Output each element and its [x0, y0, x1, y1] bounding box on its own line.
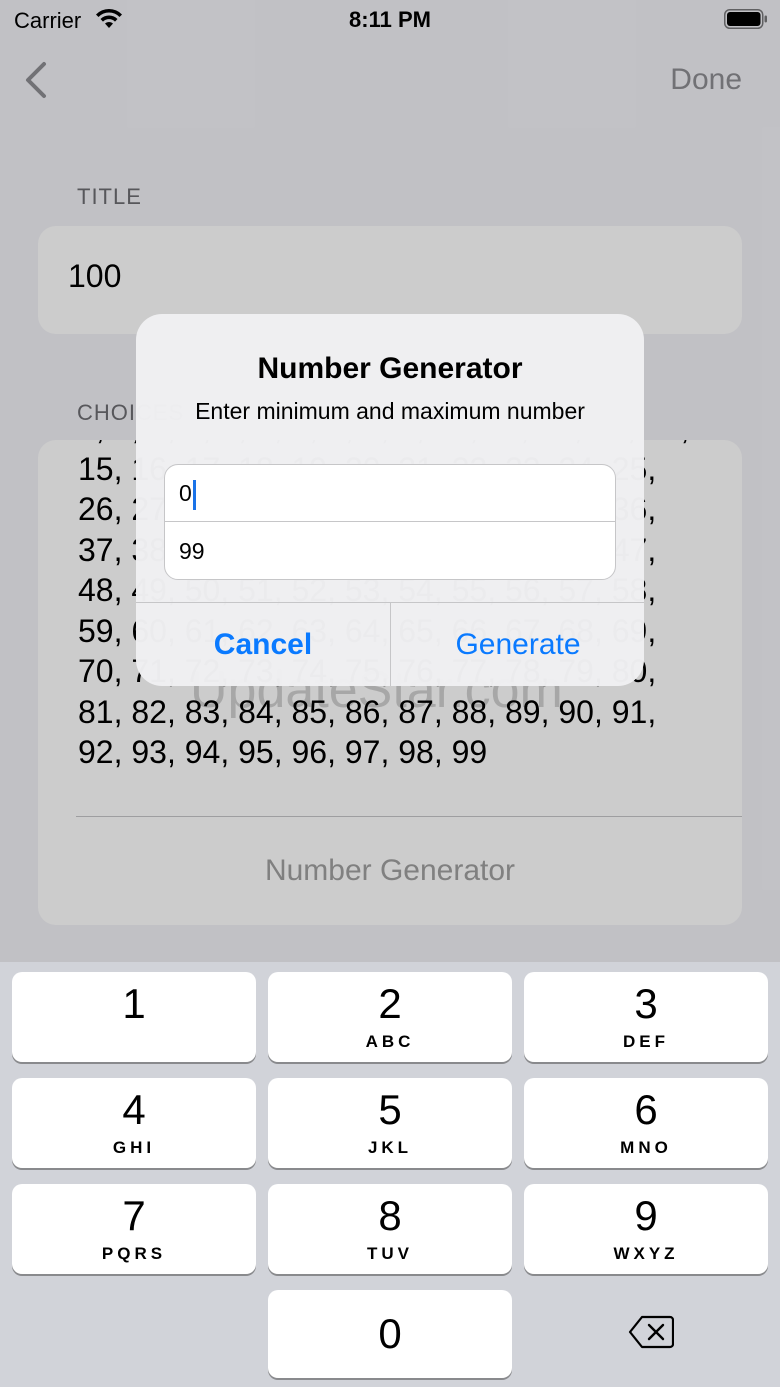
key-letters: JKL: [367, 1138, 413, 1157]
text-caret: [192, 479, 196, 510]
key-letters: ABC: [365, 1032, 415, 1051]
alert-title: Number Generator: [257, 352, 523, 385]
key-letters: PQRS: [101, 1244, 167, 1263]
key-1[interactable]: 1: [12, 972, 256, 1062]
key-2[interactable]: 2 ABC: [268, 972, 512, 1062]
key-digit: 1: [122, 980, 146, 1027]
key-6[interactable]: 6 MNO: [524, 1078, 768, 1168]
minimum-field[interactable]: 0: [165, 465, 615, 522]
key-letters: WXYZ: [613, 1244, 679, 1263]
key-letters: GHI: [112, 1138, 156, 1157]
key-9[interactable]: 9 WXYZ: [524, 1184, 768, 1274]
key-digit: 9: [634, 1192, 658, 1239]
key-7[interactable]: 7 PQRS: [12, 1184, 256, 1274]
key-5[interactable]: 5 JKL: [268, 1078, 512, 1168]
alert-fields: 0 99: [164, 464, 616, 580]
generate-button[interactable]: Generate: [391, 603, 644, 686]
maximum-field[interactable]: 99: [165, 523, 615, 579]
key-digit: 7: [122, 1192, 146, 1239]
cancel-button[interactable]: Cancel: [136, 603, 390, 686]
number-generator-alert: Number Generator Enter minimum and maxim…: [136, 314, 644, 686]
key-digit: 3: [634, 980, 658, 1027]
alert-message: Enter minimum and maximum number: [195, 398, 585, 424]
key-digit: 5: [378, 1086, 402, 1133]
key-digit: 4: [122, 1086, 146, 1133]
key-0[interactable]: 0: [268, 1290, 512, 1378]
key-digit: 8: [378, 1192, 402, 1239]
key-letters: MNO: [620, 1138, 672, 1157]
key-letters: TUV: [367, 1244, 413, 1263]
key-4[interactable]: 4 GHI: [12, 1078, 256, 1168]
key-digit: 6: [634, 1086, 658, 1133]
key-8[interactable]: 8 TUV: [268, 1184, 512, 1274]
key-3[interactable]: 3 DEF: [524, 972, 768, 1062]
backspace-icon[interactable]: [628, 1314, 674, 1350]
key-letters: DEF: [623, 1032, 669, 1051]
key-digit: 0: [378, 1310, 402, 1357]
maximum-value: 99: [179, 538, 205, 564]
minimum-value: 0: [179, 480, 192, 506]
key-digit: 2: [378, 980, 402, 1027]
